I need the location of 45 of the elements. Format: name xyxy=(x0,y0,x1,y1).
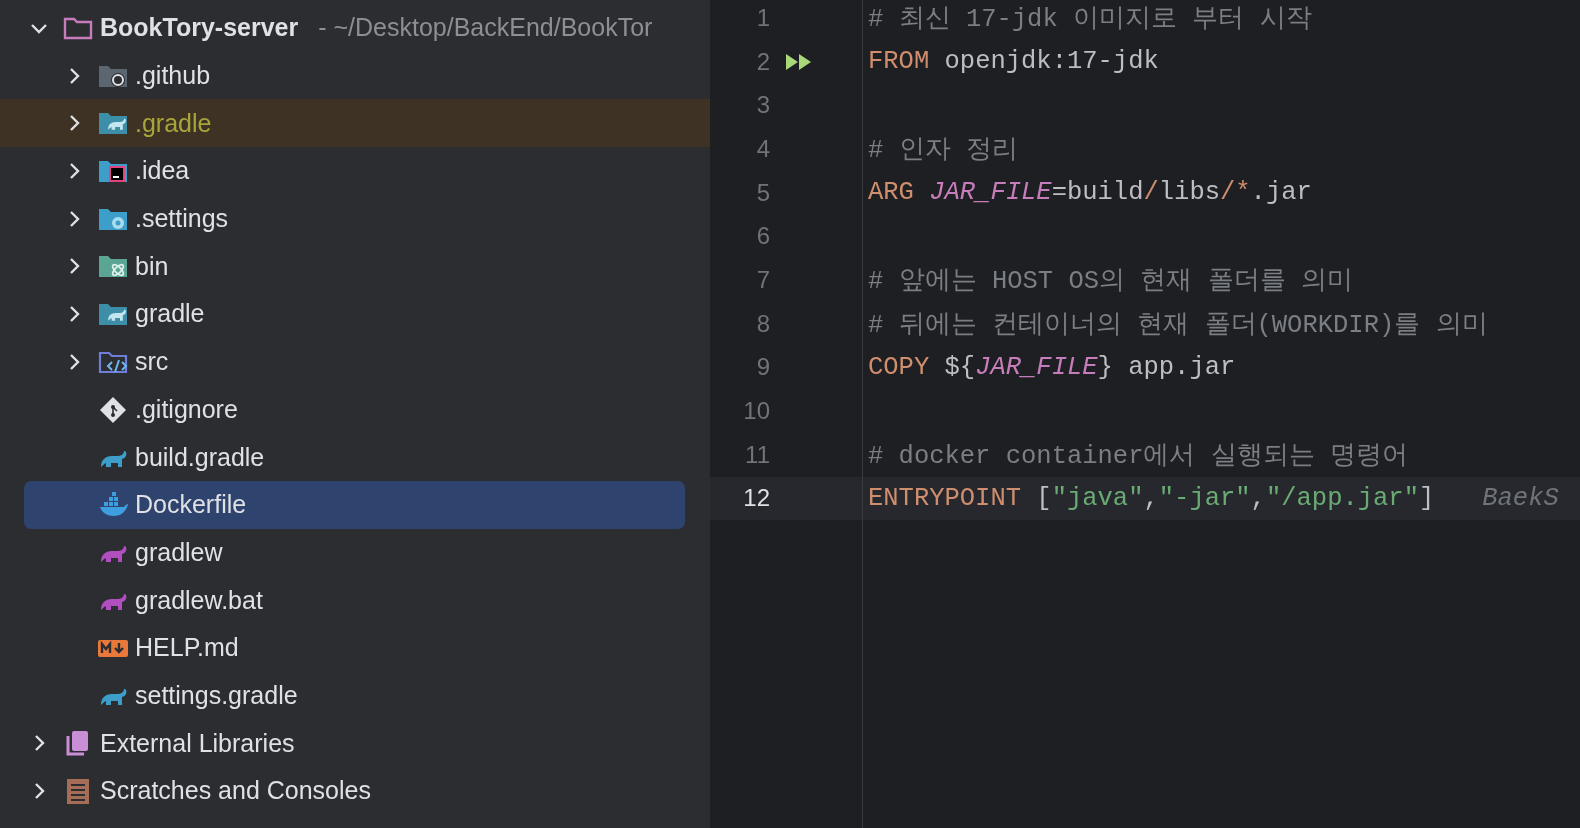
line-number: 2 xyxy=(755,47,770,76)
tree-item-label[interactable]: HELP.md xyxy=(135,633,239,663)
code-line: ENTRYPOINT ["java","-jar","/app.jar"] xyxy=(867,483,1435,513)
code-line: # 인자 정리 xyxy=(867,135,1018,167)
tree-item-label[interactable]: settings.gradle xyxy=(135,680,298,710)
tree-item-label[interactable]: gradlew xyxy=(135,537,223,567)
line-number: 8 xyxy=(755,309,770,338)
line-number: 3 xyxy=(755,91,770,120)
tree-item-label[interactable]: Dockerfile xyxy=(135,490,247,520)
tree-item-label[interactable]: gradlew.bat xyxy=(135,585,263,615)
whale-icon xyxy=(98,490,128,519)
line-number: 12 xyxy=(742,484,770,513)
code-line: FROM openjdk:17-jdk xyxy=(867,47,1159,77)
tree-item-label[interactable]: build.gradle xyxy=(135,442,265,472)
tree-item-label[interactable]: src xyxy=(135,347,169,377)
git-icon xyxy=(98,395,128,424)
code-line: # docker container에서 실행되는 명령어 xyxy=(867,441,1409,473)
line-number: 5 xyxy=(755,178,770,207)
project-path: - ~/Desktop/BackEnd/BookTor xyxy=(318,13,653,43)
inline-blame-hint: BaekS xyxy=(1482,483,1559,513)
tree-item-label[interactable]: .settings xyxy=(135,204,229,234)
tree-item-label[interactable]: gradle xyxy=(135,299,205,329)
line-number: 10 xyxy=(742,397,770,426)
line-number: 7 xyxy=(755,265,770,294)
line-number: 1 xyxy=(755,3,770,32)
tree-item-label[interactable]: External Libraries xyxy=(100,728,295,758)
line-number: 4 xyxy=(755,134,770,163)
run-icon[interactable] xyxy=(786,51,812,72)
tree-item-label[interactable]: bin xyxy=(135,251,169,281)
line-number: 11 xyxy=(744,440,770,469)
code-line: # 뒤에는 컨테이너의 현재 폴더(WORKDIR)를 의미 xyxy=(867,310,1488,342)
code-line: COPY ${JAR_FILE} app.jar xyxy=(867,352,1236,382)
tree-item-label[interactable]: Scratches and Consoles xyxy=(100,776,371,806)
code-line: # 앞에는 HOST OS의 현재 폴더를 의미 xyxy=(867,266,1353,298)
tree-item-label[interactable]: BookTory-server xyxy=(100,13,299,43)
code-line: # 최신 17-jdk 이미지로 부터 시작 xyxy=(867,4,1312,36)
tree-item-label[interactable]: .idea xyxy=(135,156,190,186)
tree-item-label[interactable]: .gradle xyxy=(135,108,212,138)
tree-item-label[interactable]: .gitignore xyxy=(135,394,238,424)
tree-row-highlight[interactable]: Dockerfile xyxy=(24,480,685,529)
code-line: ARG JAR_FILE=build/libs/*.jar xyxy=(867,178,1312,208)
tree-row-highlight[interactable]: .gradle xyxy=(0,99,710,148)
line-number: 6 xyxy=(755,222,770,251)
line-number: 9 xyxy=(755,353,770,382)
tree-item-label[interactable]: .github xyxy=(135,61,211,91)
